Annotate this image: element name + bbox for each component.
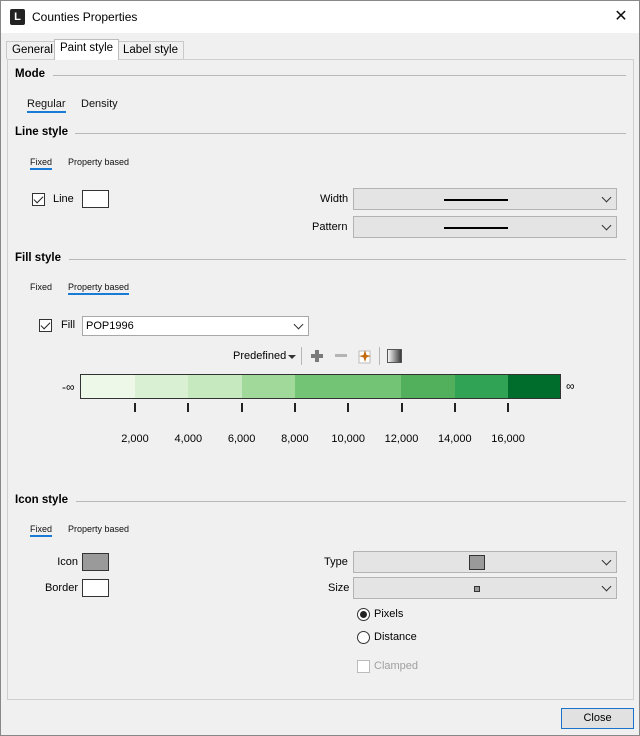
ramp-break-handle[interactable] [240,403,243,412]
fill-property-dropdown[interactable]: POP1996 [82,316,309,336]
tab-general[interactable]: General [6,41,59,59]
minus-icon[interactable] [334,349,348,363]
close-window-icon[interactable]: ✕ [607,5,635,29]
ramp-segment[interactable] [135,375,189,398]
ramp-segment[interactable] [188,375,242,398]
clamped-checkbox[interactable] [357,660,370,673]
icon-style-divider [76,501,626,502]
plus-icon[interactable] [310,349,324,363]
ramp-break-label: 16,000 [491,433,525,445]
fill-fixed-tab[interactable]: Fixed [30,282,52,292]
properties-dialog: L Counties Properties ✕ General Paint st… [0,0,640,736]
app-icon: L [10,9,25,25]
distance-radio[interactable] [357,631,370,644]
fill-style-divider [69,259,626,260]
sparkle-icon[interactable] [357,348,373,364]
mode-regular-tab[interactable]: Regular [27,98,66,113]
line-property-based-tab[interactable]: Property based [68,157,129,167]
ramp-break-handle[interactable] [134,403,136,412]
mode-section-title: Mode [15,68,46,80]
width-dropdown[interactable] [353,188,617,210]
line-style-divider [75,133,626,134]
fill-checkbox-label: Fill [61,319,76,331]
ramp-segment[interactable] [81,375,135,398]
chevron-down-icon [601,220,612,231]
pattern-line-sample [444,227,508,229]
ramp-break-handle[interactable] [400,403,403,412]
ramp-segment[interactable] [508,375,560,398]
fill-checkbox[interactable] [39,319,52,332]
mode-divider [53,75,626,76]
title-bar: L Counties Properties ✕ [1,1,639,33]
ramp-break-handle[interactable] [507,403,510,412]
pattern-dropdown[interactable] [353,216,617,238]
border-label: Border [44,582,78,594]
tab-label-style[interactable]: Label style [117,41,184,59]
ramp-segment[interactable] [294,375,349,398]
icon-fixed-tab[interactable]: Fixed [30,524,53,537]
line-checkbox[interactable] [32,193,45,206]
size-label: Size [328,582,350,594]
mode-density-tab[interactable]: Density [81,98,118,110]
ramp-break-handle[interactable] [293,403,296,412]
width-label: Width [320,193,349,205]
line-color-swatch[interactable] [82,190,109,208]
ramp-segment[interactable] [348,375,402,398]
pattern-label: Pattern [312,221,348,233]
chevron-down-icon [601,555,612,566]
ramp-break-label: 8,000 [281,433,309,445]
pixels-radio-label: Pixels [374,608,404,620]
ramp-break-label: 14,000 [437,433,472,445]
ramp-segment[interactable] [241,375,295,398]
plus-infinity-label: ∞ [566,379,575,393]
ramp-break-label: 6,000 [227,433,256,445]
ramp-break-handle[interactable] [453,403,456,412]
ramp-segment[interactable] [454,375,509,398]
chevron-down-icon [601,581,612,592]
line-fixed-tab[interactable]: Fixed [30,157,53,170]
tab-paint-style[interactable]: Paint style [54,39,120,60]
icon-type-dropdown[interactable] [353,551,617,573]
minus-infinity-label: -∞ [62,380,75,394]
distance-radio-label: Distance [374,631,417,643]
type-label: Type [324,556,348,568]
ramp-break-handle[interactable] [347,403,350,412]
clamped-label: Clamped [374,660,419,672]
fill-property-value: POP1996 [86,320,134,332]
ramp-segment[interactable] [401,375,455,398]
toolbar-separator [379,347,380,365]
chevron-down-icon [601,192,612,203]
predefined-caret-icon [288,355,296,359]
gradient-icon[interactable] [387,349,402,363]
small-square-icon [474,586,480,592]
width-line-sample [444,199,508,201]
fill-property-based-tab[interactable]: Property based [68,282,130,295]
line-style-section-title: Line style [15,126,69,138]
icon-size-dropdown[interactable] [353,577,617,599]
predefined-dropdown[interactable]: Predefined [233,350,286,362]
color-ramp[interactable] [80,374,561,399]
chevron-down-icon [293,319,304,330]
ramp-break-label: 12,000 [384,433,419,445]
ramp-break-label: 2,000 [121,433,149,445]
fill-style-section-title: Fill style [15,252,62,264]
ramp-break-handle[interactable] [187,403,190,412]
icon-color-swatch[interactable] [82,553,109,571]
window-title: Counties Properties [32,10,138,24]
ramp-break-label: 4,000 [174,433,203,445]
icon-label: Icon [57,556,78,568]
icon-style-section-title: Icon style [15,494,69,506]
square-icon [469,555,485,570]
icon-property-based-tab[interactable]: Property based [68,524,129,534]
close-button[interactable]: Close [561,708,634,729]
toolbar-separator [301,347,302,365]
border-color-swatch[interactable] [82,579,109,597]
line-checkbox-label: Line [53,193,74,205]
pixels-radio[interactable] [357,608,370,621]
ramp-break-label: 10,000 [331,433,366,445]
